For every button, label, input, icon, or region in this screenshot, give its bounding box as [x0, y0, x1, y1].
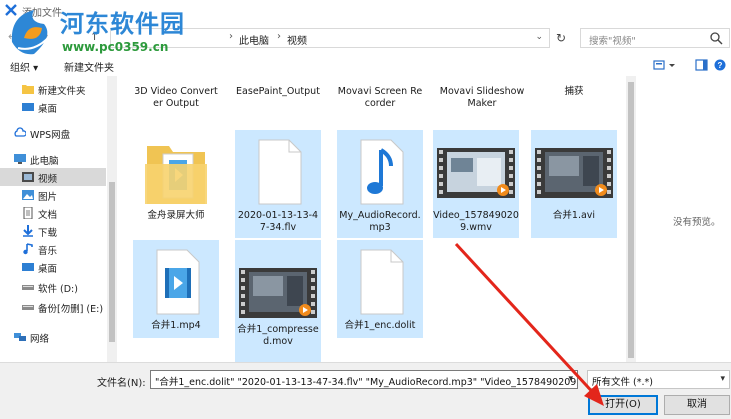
network-icon	[14, 333, 26, 341]
address-dropdown-icon[interactable]: ⌄	[535, 32, 543, 42]
preview-pane-icon[interactable]	[695, 59, 708, 71]
sidebar-item-new-folder[interactable]: 新建文件夹	[0, 80, 106, 98]
file-item[interactable]: 合并1_enc.dolit	[337, 240, 423, 338]
video-folder-icon	[145, 146, 207, 204]
file-item[interactable]: 3D Video Converter Output	[133, 76, 219, 128]
filetype-value: 所有文件 (*.*)	[592, 377, 653, 388]
desktop-icon	[22, 263, 34, 271]
sidebar-item-music[interactable]: 音乐	[0, 240, 106, 258]
chevron-down-icon[interactable]: ▾	[720, 374, 725, 384]
document-icon	[23, 207, 33, 219]
scrollbar-thumb[interactable]	[109, 182, 115, 342]
preview-pane: 没有预览。	[637, 76, 731, 362]
cancel-button[interactable]: 取消	[664, 395, 730, 415]
svg-text:?: ?	[718, 61, 723, 70]
folder-icon	[22, 85, 34, 94]
drive-icon	[22, 285, 34, 290]
cloud-icon	[14, 127, 26, 137]
chevron-down-icon[interactable]: ▾	[568, 374, 573, 384]
search-placeholder: 搜索"视频"	[589, 36, 636, 47]
scrollbar-thumb[interactable]	[628, 82, 634, 358]
open-file-dialog: 添加文件 ← → ▾ ↑ › 此电脑 › 视频 ⌄ ↻ 搜索"视频" 组织 ▾ …	[0, 0, 731, 419]
sidebar-item-documents[interactable]: 文档	[0, 204, 106, 222]
file-item[interactable]: My_AudioRecord.mp3	[337, 130, 423, 238]
watermark-name: 河东软件园	[60, 9, 185, 38]
navigation-pane: 新建文件夹 桌面 WPS网盘 此电脑 视频 图片 文档 下载 音乐 桌面 软件 …	[0, 76, 117, 362]
file-list-scrollbar[interactable]	[626, 76, 636, 362]
refresh-icon[interactable]: ↻	[556, 31, 570, 45]
blank-file-icon	[258, 139, 302, 205]
file-item[interactable]: 2020-01-13-13-47-34.flv	[235, 130, 321, 238]
file-item[interactable]: 捕获	[531, 76, 617, 128]
file-item[interactable]: 合并1_compressed.mov	[235, 240, 321, 362]
video-thumbnail-icon	[535, 148, 613, 198]
sidebar-item-desktop[interactable]: 桌面	[0, 98, 106, 116]
filename-label: 文件名(N):	[97, 378, 146, 389]
file-item[interactable]: 合并1.avi	[531, 130, 617, 238]
file-item[interactable]: Video_1578490209.wmv	[433, 130, 519, 238]
watermark-logo-icon	[11, 10, 49, 55]
sidebar-item-videos[interactable]: 视频	[0, 168, 106, 186]
watermark: 河东软件园 www.pc0359.cn	[0, 0, 200, 70]
search-input[interactable]: 搜索"视频"	[580, 28, 730, 48]
drive-icon	[22, 305, 34, 310]
watermark-url: www.pc0359.cn	[62, 40, 169, 54]
breadcrumb-separator-icon: ›	[277, 31, 281, 42]
video-thumbnail-icon	[239, 268, 317, 318]
file-item[interactable]: Movavi Slideshow Maker	[439, 76, 525, 128]
file-item[interactable]: 金舟录屏大师	[133, 130, 219, 238]
view-options-icon[interactable]	[653, 60, 675, 70]
computer-icon	[14, 154, 26, 164]
help-icon[interactable]: ?	[714, 59, 726, 71]
file-item[interactable]: EasePaint_Output	[235, 76, 321, 128]
file-item[interactable]: Movavi Screen Recorder	[337, 76, 423, 128]
navigation-scrollbar[interactable]	[107, 76, 117, 362]
sidebar-item-desktop-2[interactable]: 桌面	[0, 258, 106, 276]
filename-input[interactable]: "合并1_enc.dolit" "2020-01-13-13-47-34.flv…	[150, 370, 578, 389]
sidebar-item-wps-cloud[interactable]: WPS网盘	[0, 124, 106, 142]
filetype-select[interactable]: 所有文件 (*.*) ▾	[587, 370, 730, 389]
sidebar-item-drive-e[interactable]: 备份[勿删] (E:)	[0, 298, 106, 316]
sidebar-item-downloads[interactable]: 下载	[0, 222, 106, 240]
sidebar-item-network[interactable]: 网络	[0, 328, 106, 346]
sidebar-item-this-pc[interactable]: 此电脑	[0, 150, 106, 168]
video-icon	[22, 172, 34, 182]
breadcrumb-videos[interactable]: 视频	[287, 32, 307, 47]
file-item[interactable]: 合并1.mp4	[133, 240, 219, 338]
view-controls: ?	[652, 58, 728, 75]
breadcrumb-this-pc[interactable]: 此电脑	[239, 32, 269, 47]
sidebar-item-drive-d[interactable]: 软件 (D:)	[0, 278, 106, 296]
picture-icon	[22, 190, 34, 200]
filename-value: "合并1_enc.dolit" "2020-01-13-13-47-34.flv…	[155, 377, 578, 388]
open-button[interactable]: 打开(O)	[588, 395, 658, 415]
music-file-icon	[360, 139, 404, 205]
search-icon	[710, 32, 723, 45]
blank-file-icon	[360, 249, 404, 315]
sidebar-item-pictures[interactable]: 图片	[0, 186, 106, 204]
download-icon	[23, 225, 33, 237]
file-list: 3D Video Converter Output EasePaint_Outp…	[117, 76, 637, 362]
video-thumbnail-icon	[437, 148, 515, 198]
dialog-footer: 文件名(N): "合并1_enc.dolit" "2020-01-13-13-4…	[0, 362, 731, 419]
no-preview-text: 没有预览。	[673, 217, 721, 228]
desktop-icon	[22, 103, 34, 111]
music-icon	[23, 243, 33, 255]
video-file-icon	[156, 249, 200, 315]
breadcrumb-separator-icon: ›	[229, 31, 233, 42]
